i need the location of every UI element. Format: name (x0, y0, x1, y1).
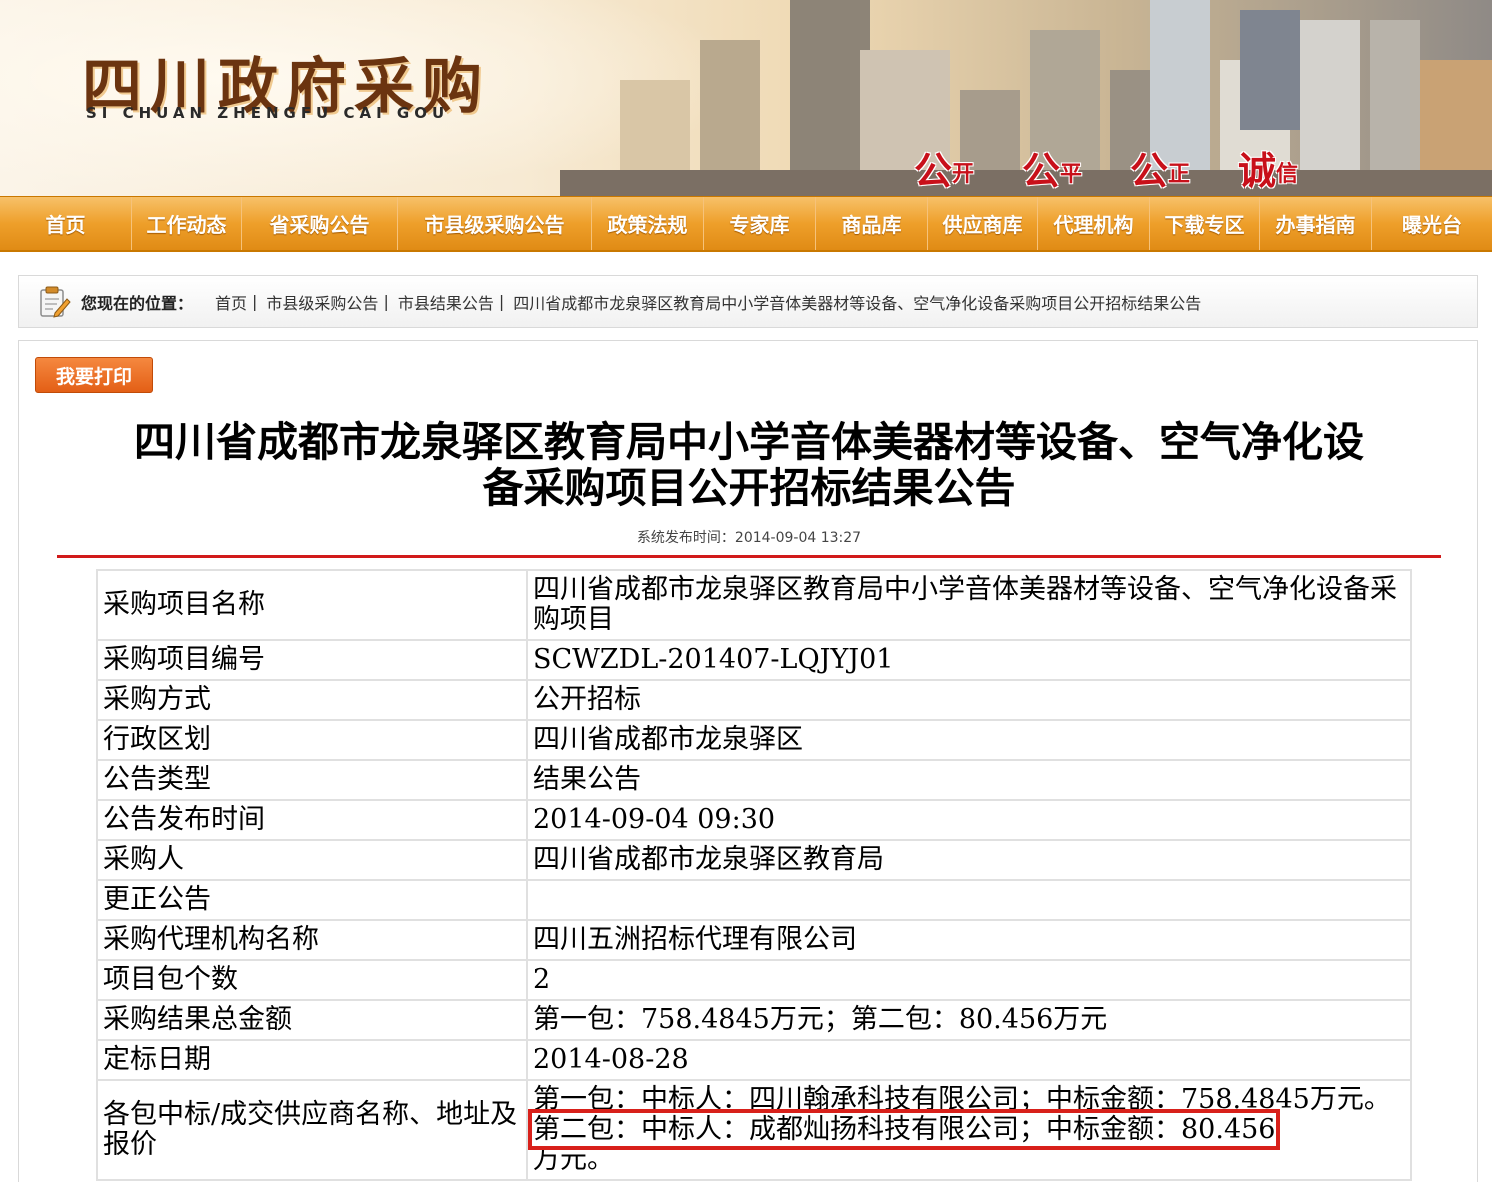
page-title: 四川省成都市龙泉驿区教育局中小学音体美器材等设备、空气净化设 备采购项目公开招标… (59, 419, 1439, 511)
row-value: 第一包：758.4845万元；第二包：80.456万元 (526, 999, 1412, 1041)
row-value: 四川省成都市龙泉驿区 (526, 719, 1412, 761)
slogan-char: 公 (1022, 148, 1061, 193)
publish-time: 系统发布时间：2014-09-04 13:27 (636, 530, 862, 546)
row-key: 采购人 (96, 839, 528, 881)
slogan-just: 公正 (1130, 140, 1191, 193)
winner-package-2-highlight: 第二包：中标人：成都灿扬科技有限公司；中标金额：80.456 (527, 1109, 1281, 1150)
table-row: 更正公告 (96, 879, 1412, 921)
site-logo-pinyin: SI CHUAN ZHENGFU CAI GOU (86, 104, 450, 122)
nav-supplier-library[interactable]: 供应商库 (928, 197, 1038, 250)
nav-product-library[interactable]: 商品库 (816, 197, 928, 250)
breadcrumb-city-county-results[interactable]: 市县结果公告 (398, 290, 494, 314)
row-key: 各包中标/成交供应商名称、地址及报价 (96, 1079, 528, 1181)
row-key: 定标日期 (96, 1039, 528, 1081)
row-value: 结果公告 (526, 759, 1412, 801)
slogan-fair: 公平 (1022, 140, 1083, 193)
slogan-char: 正 (1168, 161, 1191, 187)
nav-city-county-announcements[interactable]: 市县级采购公告 (398, 197, 592, 250)
winner-package-1: 第一包：中标人：四川翰承科技有限公司；中标金额：758.4845万元。 (533, 1084, 1391, 1115)
row-value: 四川五洲招标代理有限公司 (526, 919, 1412, 961)
table-row: 采购方式 公开招标 (96, 679, 1412, 721)
slogan-char: 平 (1060, 161, 1083, 187)
nav-work-news[interactable]: 工作动态 (132, 197, 242, 250)
breadcrumb: 您现在的位置： 首页 | 市县级采购公告 | 市县结果公告 | 四川省成都市龙泉… (18, 275, 1478, 328)
row-key: 公告发布时间 (96, 799, 528, 841)
slogan-char: 诚 (1238, 148, 1277, 193)
row-value: 2 (526, 959, 1412, 1001)
slogan-char: 公 (914, 148, 953, 193)
table-row: 采购项目编号 SCWZDL-201407-LQJYJ01 (96, 639, 1412, 681)
title-line-2: 备采购项目公开招标结果公告 (482, 464, 1016, 512)
row-value: SCWZDL-201407-LQJYJ01 (526, 639, 1412, 681)
title-line-1: 四川省成都市龙泉驿区教育局中小学音体美器材等设备、空气净化设 (134, 418, 1364, 466)
table-row: 行政区划 四川省成都市龙泉驿区 (96, 719, 1412, 761)
table-row: 公告类型 结果公告 (96, 759, 1412, 801)
nav-expert-library[interactable]: 专家库 (704, 197, 816, 250)
row-value: 四川省成都市龙泉驿区教育局 (526, 839, 1412, 881)
table-row: 定标日期 2014-08-28 (96, 1039, 1412, 1081)
breadcrumb-separator: | (498, 292, 505, 311)
nav-exposure[interactable]: 曝光台 (1372, 197, 1492, 250)
slogan-integrity: 诚信 (1238, 140, 1299, 193)
row-key: 采购结果总金额 (96, 999, 528, 1041)
row-value: 四川省成都市龙泉驿区教育局中小学音体美器材等设备、空气净化设备采购项目 (526, 569, 1412, 641)
notepad-pencil-icon (40, 286, 71, 318)
announcement-table: 采购项目名称 四川省成都市龙泉驿区教育局中小学音体美器材等设备、空气净化设备采购… (96, 569, 1412, 1181)
nav-home[interactable]: 首页 (0, 197, 132, 250)
title-divider (57, 555, 1441, 558)
table-row: 采购项目名称 四川省成都市龙泉驿区教育局中小学音体美器材等设备、空气净化设备采购… (96, 569, 1412, 641)
table-row: 采购结果总金额 第一包：758.4845万元；第二包：80.456万元 (96, 999, 1412, 1041)
table-row: 采购人 四川省成都市龙泉驿区教育局 (96, 839, 1412, 881)
breadcrumb-home[interactable]: 首页 (215, 290, 247, 314)
row-value: 第一包：中标人：四川翰承科技有限公司；中标金额：758.4845万元。第二包：中… (526, 1079, 1412, 1181)
row-value: 公开招标 (526, 679, 1412, 721)
table-row: 各包中标/成交供应商名称、地址及报价 第一包：中标人：四川翰承科技有限公司；中标… (96, 1079, 1412, 1181)
slogan-open: 公开 (914, 140, 975, 193)
article-panel: 我要打印 四川省成都市龙泉驿区教育局中小学音体美器材等设备、空气净化设 备采购项… (18, 340, 1478, 1182)
nav-guide[interactable]: 办事指南 (1260, 197, 1372, 250)
slogan-char: 开 (952, 161, 975, 187)
row-value: 2014-08-28 (526, 1039, 1412, 1081)
breadcrumb-city-county-announcements[interactable]: 市县级采购公告 (266, 290, 378, 314)
row-key: 公告类型 (96, 759, 528, 801)
row-key: 采购代理机构名称 (96, 919, 528, 961)
table-row: 公告发布时间 2014-09-04 09:30 (96, 799, 1412, 841)
nav-downloads[interactable]: 下载专区 (1150, 197, 1260, 250)
row-key: 采购项目名称 (96, 569, 528, 641)
site-banner: 四川政府采购 SI CHUAN ZHENGFU CAI GOU 公开 公平 公正… (0, 0, 1492, 196)
slogan-char: 信 (1276, 161, 1299, 187)
breadcrumb-label: 您现在的位置： (81, 293, 194, 313)
table-row: 采购代理机构名称 四川五洲招标代理有限公司 (96, 919, 1412, 961)
breadcrumb-separator: | (383, 292, 389, 311)
row-key: 项目包个数 (96, 959, 528, 1001)
breadcrumb-separator: | (252, 292, 258, 311)
nav-policies[interactable]: 政策法规 (592, 197, 704, 250)
winner-package-2-unit: 万元。 (533, 1144, 614, 1175)
row-key: 采购项目编号 (96, 639, 528, 681)
nav-agencies[interactable]: 代理机构 (1038, 197, 1150, 250)
row-key: 行政区划 (96, 719, 528, 761)
slogan-char: 公 (1130, 148, 1169, 193)
table-row: 项目包个数 2 (96, 959, 1412, 1001)
nav-provincial-announcements[interactable]: 省采购公告 (242, 197, 398, 250)
breadcrumb-current-page: 四川省成都市龙泉驿区教育局中小学音体美器材等设备、空气净化设备采购项目公开招标结… (513, 293, 1202, 313)
print-button[interactable]: 我要打印 (35, 357, 153, 393)
main-nav: 首页 工作动态 省采购公告 市县级采购公告 政策法规 专家库 商品库 供应商库 … (0, 196, 1492, 252)
row-key: 更正公告 (96, 879, 528, 921)
row-value (526, 879, 1412, 921)
row-value: 2014-09-04 09:30 (526, 799, 1412, 841)
row-key: 采购方式 (96, 679, 528, 721)
